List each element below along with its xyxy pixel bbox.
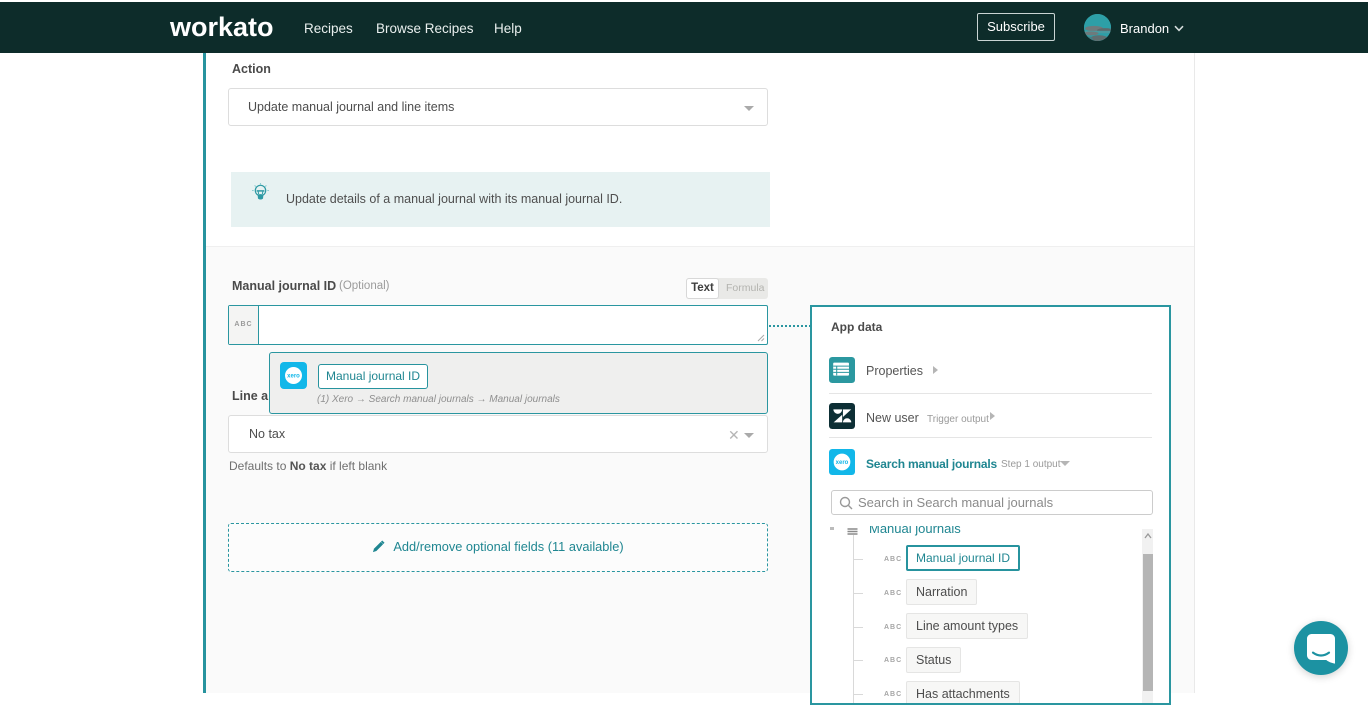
svg-text:xero: xero xyxy=(287,374,300,380)
svg-text:xero: xero xyxy=(836,460,849,466)
